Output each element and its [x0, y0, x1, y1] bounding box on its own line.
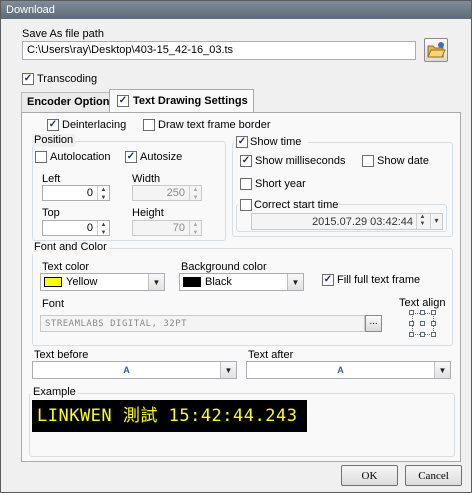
show-time-label: Show time — [250, 136, 302, 148]
start-time-spin[interactable]: ▲ ▼ — [416, 214, 428, 229]
bg-color-select[interactable]: Black ▼ — [179, 273, 304, 291]
title-bar: Download — [1, 1, 471, 19]
autosize-label: Autosize — [140, 151, 183, 163]
chevron-down-icon[interactable]: ▼ — [220, 362, 236, 378]
folder-open-icon — [427, 42, 446, 58]
align-top-left[interactable] — [409, 310, 414, 315]
bg-color-swatch — [183, 277, 201, 287]
save-path-label: Save As file path — [22, 28, 104, 40]
draw-border-checkbox[interactable] — [143, 119, 155, 131]
show-date-checkbox[interactable] — [362, 155, 374, 167]
text-drawing-checkbox[interactable]: ✓ — [117, 95, 129, 107]
autolocation-checkbox[interactable] — [35, 151, 47, 163]
show-date-label: Show date — [377, 155, 429, 167]
deinterlacing-checkbox[interactable]: ✓ — [47, 119, 59, 131]
width-spin-buttons[interactable]: ▲ ▼ — [189, 186, 201, 201]
correct-start-checkbox[interactable] — [240, 199, 252, 211]
save-path-input[interactable]: C:\Users\ray\Desktop\403-15_42-16_03.ts — [22, 41, 416, 60]
align-bottom-left[interactable] — [409, 332, 414, 337]
chevron-down-icon[interactable]: ▼ — [434, 362, 450, 378]
font-field[interactable]: STREAMLABS DIGITAL, 32PT — [40, 315, 365, 332]
start-time-dropdown[interactable]: ▾ — [430, 214, 442, 229]
align-top-right[interactable] — [431, 310, 436, 315]
text-color-swatch — [44, 277, 62, 287]
fill-frame-checkbox[interactable]: ✓ — [322, 274, 334, 286]
text-align-grid[interactable] — [409, 310, 437, 338]
align-middle-right[interactable] — [431, 321, 436, 326]
height-stepper[interactable]: 70 ▲ ▼ — [132, 220, 202, 236]
show-milliseconds-label: Show milliseconds — [255, 155, 346, 167]
align-top-center[interactable] — [420, 310, 425, 315]
height-value: 70 — [172, 222, 185, 234]
tab-encoder-options[interactable]: Encoder Options — [21, 92, 122, 112]
top-value: 0 — [86, 222, 93, 234]
left-value: 0 — [86, 187, 93, 199]
text-align-label: Text align — [399, 297, 446, 309]
tab-text-drawing-settings[interactable]: ✓ Text Drawing Settings — [109, 89, 254, 113]
cancel-button[interactable]: Cancel — [405, 465, 462, 486]
align-middle-left[interactable] — [409, 321, 414, 326]
autolocation-label: Autolocation — [50, 151, 111, 163]
start-time-picker[interactable]: 2015.07.29 03:42:44 ▲ ▼ ▾ — [251, 213, 443, 230]
text-style-icon: 𝐀 — [123, 365, 130, 375]
width-value: 250 — [166, 187, 185, 199]
align-bottom-right[interactable] — [431, 332, 436, 337]
short-year-checkbox[interactable] — [240, 178, 252, 190]
autosize-checkbox[interactable]: ✓ — [125, 151, 137, 163]
show-milliseconds-checkbox[interactable]: ✓ — [240, 155, 252, 167]
tab-text-drawing-label: Text Drawing Settings — [133, 95, 248, 107]
transcoding-checkbox[interactable]: ✓ — [22, 73, 34, 85]
transcoding-label: Transcoding — [37, 73, 98, 85]
ok-button[interactable]: OK — [341, 465, 398, 486]
window-title: Download — [6, 4, 55, 16]
download-dialog: Download Save As file path C:\Users\ray\… — [0, 0, 472, 493]
bg-color-value: Black — [205, 276, 232, 288]
align-bottom-center[interactable] — [420, 332, 425, 337]
position-title: Position — [32, 134, 76, 147]
top-stepper[interactable]: 0 ▲ ▼ — [42, 220, 110, 236]
example-preview: LINKWEN 測試 15:42:44.243 — [32, 400, 307, 432]
correct-start-label: Correct start time — [254, 199, 339, 211]
top-spin-buttons[interactable]: ▲ ▼ — [97, 221, 109, 236]
show-time-header: ✓ Show time — [234, 135, 308, 149]
correct-start-header: Correct start time — [238, 198, 339, 212]
start-time-value: 2015.07.29 03:42:44 — [312, 216, 413, 228]
text-style-icon: 𝐀 — [337, 365, 344, 375]
text-color-select[interactable]: Yellow ▼ — [40, 273, 165, 291]
short-year-label: Short year — [255, 178, 306, 190]
font-color-title: Font and Color — [32, 241, 109, 254]
example-title: Example — [31, 386, 78, 399]
text-before-combo[interactable]: 𝐀 ▼ — [32, 361, 237, 379]
text-color-value: Yellow — [66, 276, 98, 288]
deinterlacing-label: Deinterlacing — [62, 119, 127, 131]
draw-border-label: Draw text frame border — [158, 119, 271, 131]
font-browse-button[interactable]: ... — [365, 315, 382, 332]
top-label: Top — [42, 207, 60, 219]
show-time-checkbox[interactable]: ✓ — [236, 136, 248, 148]
left-spin-buttons[interactable]: ▲ ▼ — [97, 186, 109, 201]
text-after-combo[interactable]: 𝐀 ▼ — [246, 361, 451, 379]
font-label: Font — [42, 298, 65, 310]
height-label: Height — [132, 207, 164, 219]
height-spin-buttons[interactable]: ▲ ▼ — [189, 221, 201, 236]
width-stepper[interactable]: 250 ▲ ▼ — [132, 185, 202, 201]
chevron-down-icon[interactable]: ▼ — [148, 274, 164, 290]
browse-folder-button[interactable] — [424, 38, 448, 62]
chevron-down-icon[interactable]: ▼ — [287, 274, 303, 290]
align-middle-center[interactable] — [420, 321, 425, 326]
left-stepper[interactable]: 0 ▲ ▼ — [42, 185, 110, 201]
fill-frame-label: Fill full text frame — [337, 274, 421, 286]
